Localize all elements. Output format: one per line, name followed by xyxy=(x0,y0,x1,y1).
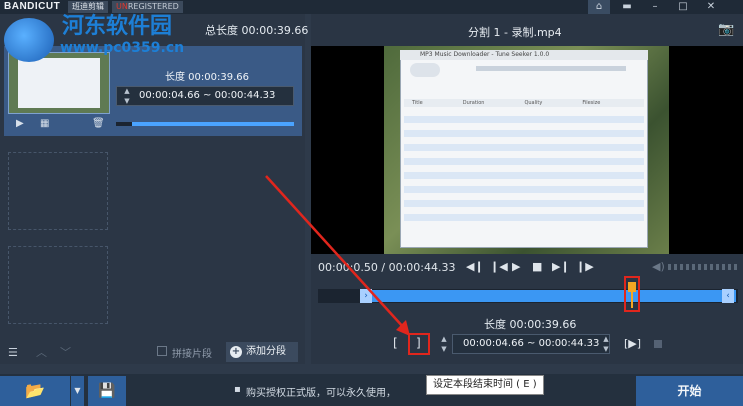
set-start-button[interactable]: [ xyxy=(393,336,398,350)
step-back-icon[interactable]: ❙◀ xyxy=(490,260,508,273)
merge-label: 拼接片段 xyxy=(172,349,212,360)
segment-length: 长度 00:00:39.66 xyxy=(165,72,249,83)
open-dropdown-icon[interactable]: ▼ xyxy=(70,376,84,406)
empty-segment-slot xyxy=(8,152,108,230)
selection-range-sep: ~ xyxy=(527,338,536,349)
list-menu-icon[interactable]: ☰ xyxy=(8,346,18,359)
captured-col-filesize: Filesize xyxy=(582,100,601,106)
preview-file-title: 分割 1 - 录制.mp4 xyxy=(468,26,562,39)
home-icon[interactable]: ⌂ xyxy=(588,0,610,14)
captured-seekbar xyxy=(476,66,626,71)
merge-checkbox[interactable] xyxy=(157,346,167,356)
captured-row xyxy=(404,144,644,151)
playback-time-b: .50 / 00:00:44.33 xyxy=(360,261,456,274)
watermark-url: www.pc0359.cn xyxy=(60,40,185,56)
camera-icon[interactable]: 📷 xyxy=(718,22,734,37)
playback-time-a: 00:00:0 xyxy=(318,261,361,274)
move-down-icon[interactable]: ﹀ xyxy=(60,344,71,360)
plus-icon: + xyxy=(230,346,242,358)
segment-range-end: 00:00:44.33 xyxy=(214,90,276,101)
open-folder-button[interactable]: 📂 xyxy=(0,376,70,406)
timeline-selection xyxy=(360,290,736,302)
thumb-delete-icon[interactable]: 🗑 xyxy=(92,118,105,129)
floppy-icon: 💾 xyxy=(98,383,116,399)
segment-range-field[interactable]: 00:00:04.66 ~ 00:00:44.33 xyxy=(116,86,294,106)
volume-icon[interactable]: ◀) xyxy=(652,260,665,273)
empty-segment-slot xyxy=(8,246,108,324)
range-stepper-icon[interactable]: ▲ ▼ xyxy=(121,86,133,106)
segment-range-start: 00:00:04.66 xyxy=(139,90,200,101)
segment-progress-fill xyxy=(132,122,294,126)
chat-icon: ▪ xyxy=(234,384,241,395)
captured-row xyxy=(404,214,644,221)
captured-col-title: Title xyxy=(412,100,423,106)
app-brand: BANDICUT xyxy=(4,1,61,12)
selection-end-handle[interactable]: ‹ xyxy=(722,289,734,303)
license-notice[interactable]: 购买授权正式版，可以永久使用， xyxy=(246,384,396,399)
captured-row xyxy=(404,200,644,207)
selection-range-end: 00:00:44.33 xyxy=(538,338,600,349)
next-frame-icon[interactable]: ❙▶ xyxy=(576,260,594,273)
menu-icon[interactable]: ▬ xyxy=(616,0,638,14)
thumb-grid-icon[interactable]: ▦ xyxy=(40,118,49,129)
captured-row xyxy=(404,158,644,165)
captured-row xyxy=(404,186,644,193)
captured-col-quality: Quality xyxy=(524,100,543,106)
thumb-play-icon[interactable]: ▶ xyxy=(16,118,24,129)
annotation-highlight-playhead xyxy=(624,276,640,312)
captured-player-controls xyxy=(410,63,440,77)
play-icon[interactable]: ▶ xyxy=(512,260,520,273)
start-button[interactable]: 开始 xyxy=(636,376,743,406)
play-segment-button[interactable]: [▶] xyxy=(624,337,641,350)
volume-slider[interactable] xyxy=(668,264,738,270)
captured-table-header: Title Duration Quality Filesize xyxy=(404,99,644,107)
captured-col-duration: Duration xyxy=(462,100,485,106)
stop-segment-button[interactable] xyxy=(654,340,662,348)
thumbnail-screen xyxy=(18,58,100,108)
end-time-tooltip: 设定本段结束时间 ( E ) xyxy=(426,375,544,395)
stop-icon[interactable]: ■ xyxy=(532,260,542,273)
minimize-icon[interactable]: – xyxy=(644,0,666,14)
selection-start-handle[interactable]: › xyxy=(360,289,372,303)
total-duration: 总长度 00:00:39.66 xyxy=(205,24,309,37)
captured-row xyxy=(404,116,644,123)
save-button[interactable]: 💾 xyxy=(88,376,126,406)
captured-window-title: MP3 Music Downloader - Tune Seeker 1.0.0 xyxy=(400,50,648,60)
prev-frame-icon[interactable]: ◀❙ xyxy=(466,260,484,273)
step-forward-icon[interactable]: ▶❙ xyxy=(552,260,570,273)
playback-time: 00:00:0.50 / 00:00:44.33 xyxy=(318,261,456,274)
close-icon[interactable]: ✕ xyxy=(700,0,722,14)
selection-length: 长度 00:00:39.66 xyxy=(484,318,577,331)
end-time-stepper-icon[interactable]: ▲ ▼ xyxy=(600,334,612,354)
selection-range-start: 00:00:04.66 xyxy=(463,338,524,349)
watermark-text: 河东软件园 xyxy=(62,14,173,39)
maximize-icon[interactable]: □ xyxy=(672,0,694,14)
watermark-logo-icon xyxy=(4,18,54,62)
move-up-icon[interactable]: ︿ xyxy=(36,344,47,360)
captured-row xyxy=(404,172,644,179)
selection-range-field[interactable]: 00:00:04.66 ~ 00:00:44.33 xyxy=(452,334,610,354)
folder-icon: 📂 xyxy=(25,381,45,400)
segment-range-sep: ~ xyxy=(203,90,212,101)
annotation-highlight-end-button xyxy=(408,333,430,355)
start-time-stepper-icon[interactable]: ▲ ▼ xyxy=(438,334,450,354)
captured-row xyxy=(404,130,644,137)
